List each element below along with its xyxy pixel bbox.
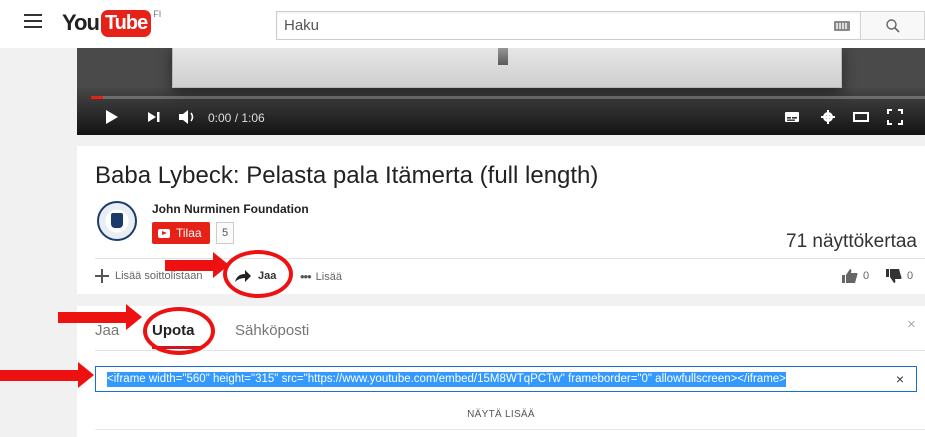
channel-avatar[interactable] <box>97 201 137 241</box>
video-title: Baba Lybeck: Pelasta pala Itämerta (full… <box>95 162 599 189</box>
youtube-logo[interactable]: You Tube FI <box>62 8 161 38</box>
youtube-play-icon <box>158 228 170 238</box>
fullscreen-icon[interactable] <box>887 109 903 125</box>
channel-name[interactable]: John Nurminen Foundation <box>152 202 309 216</box>
add-to-playlist-button[interactable]: Lisää soittolistaan <box>95 269 202 283</box>
like-button[interactable]: 0 <box>842 269 869 283</box>
view-count: 71 näyttökertaa <box>786 231 917 252</box>
subscriber-count: 5 <box>216 222 235 244</box>
theater-mode-icon[interactable] <box>852 109 870 125</box>
thumbs-up-icon <box>842 269 858 283</box>
embed-code-field[interactable]: <iframe width="560" height="315" src="ht… <box>95 366 917 392</box>
close-share-panel-icon[interactable]: × <box>907 316 916 333</box>
embed-clear-icon[interactable]: × <box>896 371 904 387</box>
more-actions-button[interactable]: ••• Lisää <box>300 269 342 284</box>
settings-gear-icon[interactable] <box>820 109 836 125</box>
logo-you-text: You <box>62 10 100 35</box>
time-display: 0:00 / 1:06 <box>208 111 265 125</box>
video-info-panel: Baba Lybeck: Pelasta pala Itämerta (full… <box>77 146 925 294</box>
dislike-button[interactable]: 0 <box>886 269 913 283</box>
more-dots-icon: ••• <box>300 269 312 284</box>
tab-share[interactable]: Jaa <box>95 322 119 339</box>
plus-icon <box>95 269 109 283</box>
video-player[interactable]: 0:00 / 1:06 <box>77 48 925 135</box>
annotation-circle-share <box>223 250 293 298</box>
embed-code-text[interactable]: <iframe width="560" height="315" src="ht… <box>107 372 786 387</box>
dislike-count: 0 <box>907 270 914 282</box>
next-icon[interactable] <box>147 109 161 125</box>
search-icon <box>885 18 900 33</box>
subscribe-label: Tilaa <box>176 226 202 240</box>
search-input[interactable] <box>277 12 797 39</box>
annotation-arrow-embed-code <box>0 362 94 388</box>
annotation-circle-embed-tab <box>143 307 215 355</box>
search-button[interactable] <box>860 11 925 40</box>
search-box <box>276 11 861 40</box>
play-icon[interactable] <box>105 109 119 125</box>
thumbs-down-icon <box>886 269 902 283</box>
add-to-playlist-label: Lisää soittolistaan <box>115 270 203 282</box>
progress-played <box>91 96 103 99</box>
subscribe-button[interactable]: Tilaa <box>152 222 210 244</box>
masthead: You Tube FI <box>0 0 925 48</box>
hamburger-menu-icon[interactable] <box>24 14 42 30</box>
divider <box>95 350 925 351</box>
more-label: Lisää <box>315 270 342 283</box>
like-count: 0 <box>863 270 870 282</box>
progress-bar[interactable] <box>91 96 925 99</box>
annotation-arrow-embed-tab <box>58 304 142 330</box>
show-more-button[interactable]: NÄYTÄ LISÄÄ <box>77 409 925 420</box>
logo-tube-text: Tube <box>100 9 152 37</box>
keyboard-icon[interactable] <box>834 21 850 31</box>
tab-email[interactable]: Sähköposti <box>235 322 309 339</box>
subtitles-icon[interactable] <box>784 109 800 125</box>
video-frame <box>172 48 842 88</box>
divider <box>95 429 925 430</box>
volume-icon[interactable] <box>178 109 198 125</box>
logo-country-code: FI <box>153 9 162 19</box>
annotation-arrow-share <box>165 252 229 278</box>
